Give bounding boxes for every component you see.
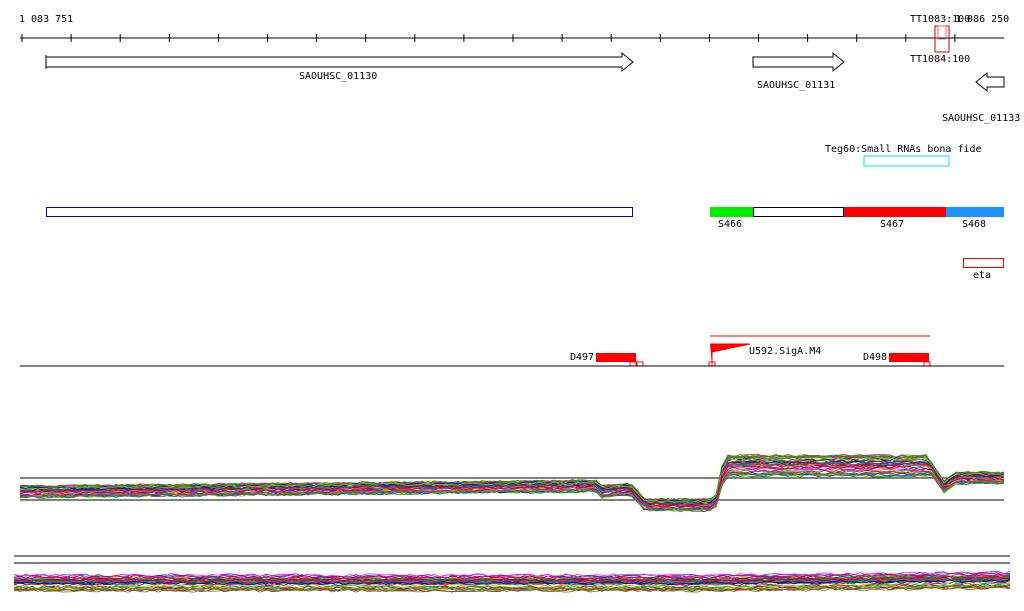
gene-arrow-SAOUHSC_01131[interactable] (752, 51, 845, 73)
genome-browser: 1 083 751 1 086 250 TT1083:100 TT1084:10… (0, 0, 1024, 611)
segment-S467[interactable] (844, 207, 946, 217)
segment-S468[interactable] (946, 207, 1004, 217)
terminator-TT1083[interactable] (937, 25, 947, 40)
expression-track-2 (13, 555, 1011, 593)
eta-label: eta (973, 270, 992, 281)
expression-track-1 (19, 453, 1005, 513)
promoter-label: D498 (863, 352, 888, 363)
gene-arrow-SAOUHSC_01133[interactable] (975, 71, 1005, 93)
srna-Teg60[interactable] (863, 155, 950, 167)
segment-label: S467 (880, 219, 905, 230)
gene-label: SAOUHSC_01130 (299, 71, 378, 82)
srna-label: Teg60:Small RNAs bona fide (825, 144, 982, 155)
segment-S466[interactable] (710, 207, 753, 217)
terminator-label-TT1083: TT1083:100 (910, 14, 971, 25)
terminator-label-TT1084: TT1084:100 (910, 54, 971, 65)
ruler (20, 34, 1004, 42)
gene-arrow-SAOUHSC_01130[interactable] (45, 51, 634, 73)
eta-feature[interactable] (963, 258, 1004, 268)
promoter-label: U592.SigA.M4 (749, 346, 822, 357)
gene-label: SAOUHSC_01133 (942, 113, 1021, 124)
gene-label: SAOUHSC_01131 (757, 80, 836, 91)
tracks-canvas (13, 25, 1011, 593)
promoter-label: D497 (570, 352, 595, 363)
promoter-D497[interactable] (596, 353, 636, 362)
promoter-U592[interactable] (710, 343, 751, 366)
segment-label: S466 (718, 219, 743, 230)
promoter-D498[interactable] (889, 353, 929, 362)
segment-label: S468 (962, 219, 987, 230)
segment-gap[interactable] (753, 207, 844, 217)
ruler-start: 1 083 751 (19, 14, 74, 25)
segment-blue-outline[interactable] (46, 207, 633, 217)
